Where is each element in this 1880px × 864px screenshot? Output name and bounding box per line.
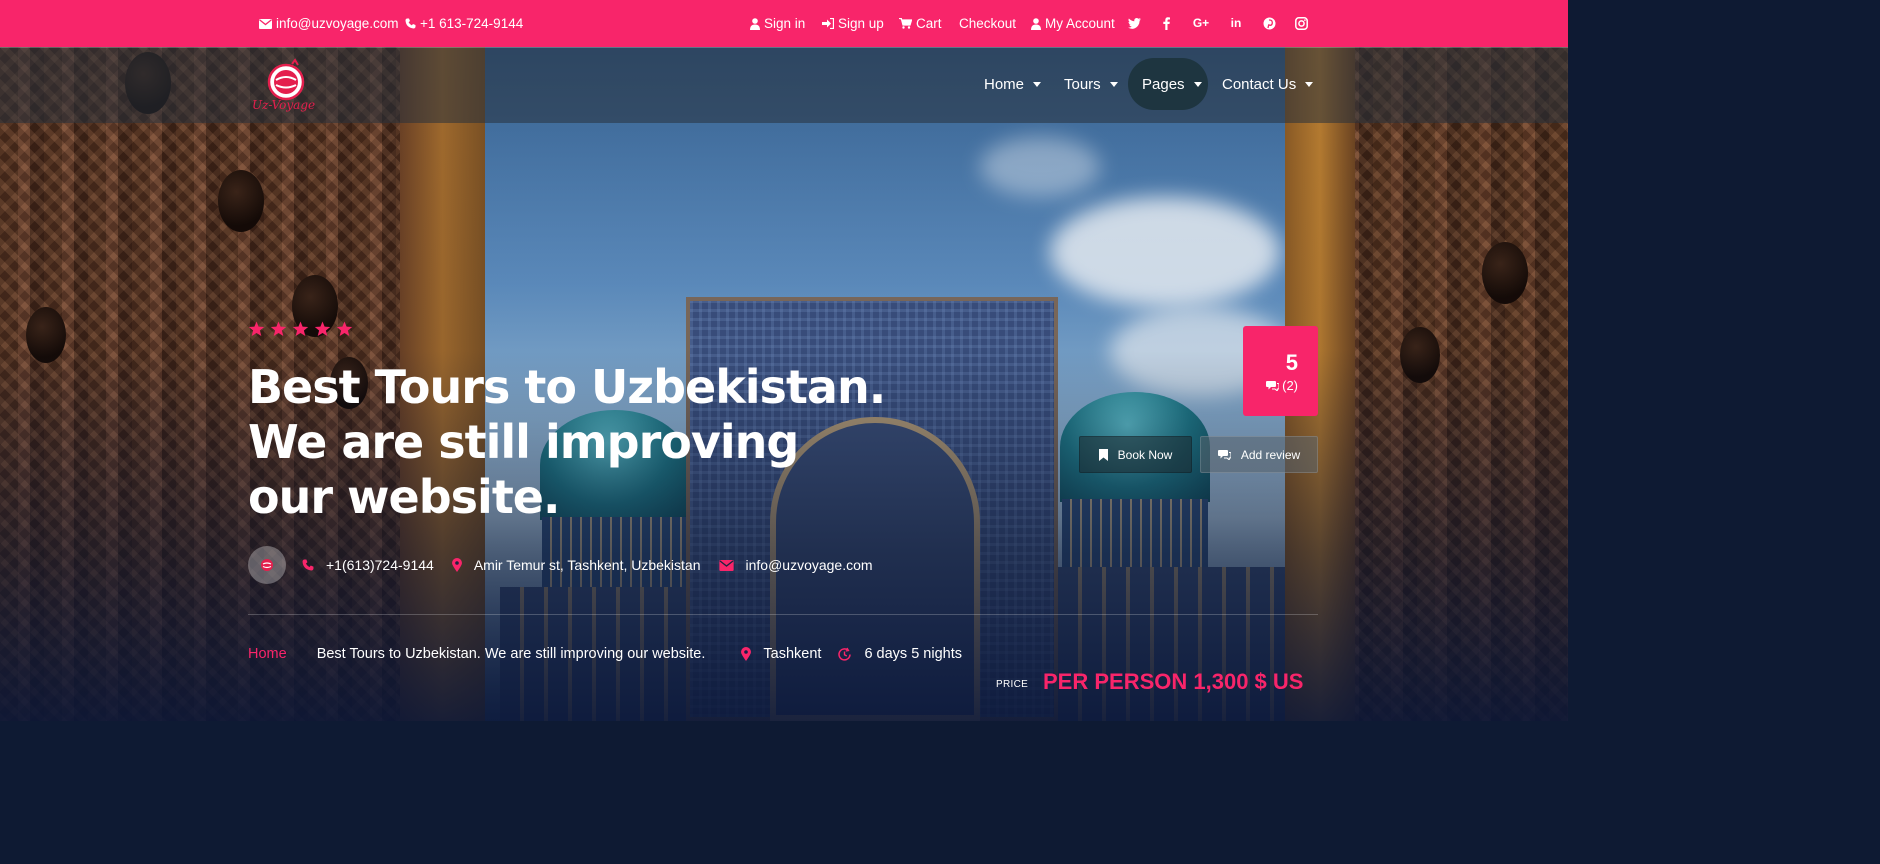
nav-pages-label: Pages bbox=[1142, 75, 1185, 93]
caret-down-icon bbox=[1193, 81, 1202, 87]
main-navbar bbox=[0, 47, 1568, 123]
price-label: PRICE bbox=[996, 679, 1029, 690]
rating-score: 5 bbox=[1285, 350, 1298, 375]
contact-phone[interactable]: +1(613)724-9144 bbox=[302, 557, 434, 573]
nav-pages[interactable]: Pages bbox=[1128, 58, 1208, 110]
nav-tours-label: Tours bbox=[1064, 75, 1101, 93]
price-value: PER PERSON 1,300 $ US bbox=[1043, 669, 1304, 694]
sign-in-label: Sign in bbox=[764, 16, 806, 31]
star-icon bbox=[292, 321, 309, 336]
phone-icon bbox=[302, 559, 314, 571]
nav-tours[interactable]: Tours bbox=[1050, 58, 1132, 110]
agency-avatar[interactable] bbox=[248, 546, 286, 584]
book-now-label: Book Now bbox=[1117, 447, 1173, 462]
globe-logo-icon bbox=[261, 559, 273, 571]
star-icon bbox=[270, 321, 287, 336]
contact-address: Amir Temur st, Tashkent, Uzbekistan bbox=[451, 557, 701, 573]
google-plus-icon[interactable]: G+ bbox=[1191, 15, 1211, 31]
checkout-label: Checkout bbox=[959, 16, 1017, 31]
top-phone-text: +1 613-724-9144 bbox=[420, 16, 524, 31]
top-phone-link[interactable]: +1 613-724-9144 bbox=[405, 0, 523, 47]
checkout-link[interactable]: Checkout bbox=[959, 0, 1016, 47]
cart-label: Cart bbox=[916, 16, 942, 31]
book-now-button[interactable]: Book Now bbox=[1079, 436, 1192, 473]
review-count[interactable]: (2) bbox=[1243, 378, 1298, 393]
sign-up-label: Sign up bbox=[838, 16, 884, 31]
tour-location-text: Tashkent bbox=[763, 646, 822, 662]
caret-down-icon bbox=[1305, 81, 1314, 87]
star-rating bbox=[248, 321, 353, 337]
sign-in-arrow-icon bbox=[822, 18, 834, 29]
breadcrumb-current: Best Tours to Uzbekistan. We are still i… bbox=[316, 646, 706, 662]
nav-home-label: Home bbox=[984, 75, 1025, 93]
nav-contact-label: Contact Us bbox=[1222, 75, 1297, 93]
tour-contact-row: +1(613)724-9144 Amir Temur st, Tashkent,… bbox=[248, 546, 891, 584]
top-email-text: info@uzvoyage.com bbox=[276, 16, 399, 31]
tour-duration: 6 days 5 nights bbox=[837, 646, 962, 662]
add-review-label: Add review bbox=[1240, 447, 1301, 462]
tour-location: Tashkent bbox=[741, 646, 821, 662]
sign-in-link[interactable]: Sign in bbox=[750, 0, 805, 47]
star-icon bbox=[248, 321, 265, 336]
star-icon bbox=[336, 321, 353, 336]
comments-icon bbox=[1266, 381, 1280, 391]
add-review-button[interactable]: Add review bbox=[1200, 436, 1318, 473]
cart-icon bbox=[899, 18, 912, 29]
bookmark-icon bbox=[1098, 448, 1108, 461]
linkedin-icon[interactable]: in bbox=[1228, 15, 1244, 31]
user-icon bbox=[750, 17, 760, 30]
nav-contact-us[interactable]: Contact Us bbox=[1208, 58, 1327, 110]
facebook-icon[interactable] bbox=[1158, 15, 1174, 31]
review-count-text: (2) bbox=[1282, 378, 1298, 393]
tour-headline: Best Tours to Uzbekistan. We are still i… bbox=[248, 360, 886, 524]
hero-divider bbox=[248, 614, 1318, 615]
site-logo[interactable]: Uz-Voyage bbox=[252, 58, 322, 118]
top-bar: info@uzvoyage.com +1 613-724-9144 Sign i… bbox=[0, 0, 1568, 47]
logo-text: Uz-Voyage bbox=[252, 98, 316, 112]
tour-duration-text: 6 days 5 nights bbox=[864, 646, 962, 662]
caret-down-icon bbox=[1033, 81, 1042, 87]
rating-badge: 5 (2) bbox=[1243, 326, 1318, 416]
envelope-icon bbox=[259, 18, 272, 29]
sign-up-link[interactable]: Sign up bbox=[822, 0, 884, 47]
phone-icon bbox=[405, 18, 416, 29]
envelope-icon bbox=[718, 559, 734, 571]
contact-email[interactable]: info@uzvoyage.com bbox=[718, 557, 873, 573]
twitter-icon[interactable] bbox=[1126, 15, 1142, 31]
pinterest-icon[interactable] bbox=[1261, 15, 1277, 31]
top-email-link[interactable]: info@uzvoyage.com bbox=[259, 0, 399, 47]
contact-address-text: Amir Temur st, Tashkent, Uzbekistan bbox=[473, 557, 701, 573]
nav-home[interactable]: Home bbox=[970, 58, 1055, 110]
my-account-link[interactable]: My Account bbox=[1031, 0, 1115, 47]
map-marker-icon bbox=[451, 558, 462, 572]
contact-phone-text: +1(613)724-9144 bbox=[326, 557, 434, 573]
my-account-label: My Account bbox=[1045, 16, 1115, 31]
cart-link[interactable]: Cart bbox=[899, 0, 942, 47]
contact-email-text: info@uzvoyage.com bbox=[745, 557, 873, 573]
instagram-icon[interactable] bbox=[1293, 15, 1309, 31]
breadcrumb: Home Best Tours to Uzbekistan. We are st… bbox=[248, 643, 962, 665]
comments-icon bbox=[1217, 450, 1231, 460]
star-icon bbox=[314, 321, 331, 336]
user-icon bbox=[1031, 17, 1041, 30]
caret-down-icon bbox=[1109, 81, 1118, 87]
map-marker-icon bbox=[741, 647, 752, 661]
clock-icon bbox=[838, 647, 852, 661]
breadcrumb-home-link[interactable]: Home bbox=[248, 646, 287, 662]
